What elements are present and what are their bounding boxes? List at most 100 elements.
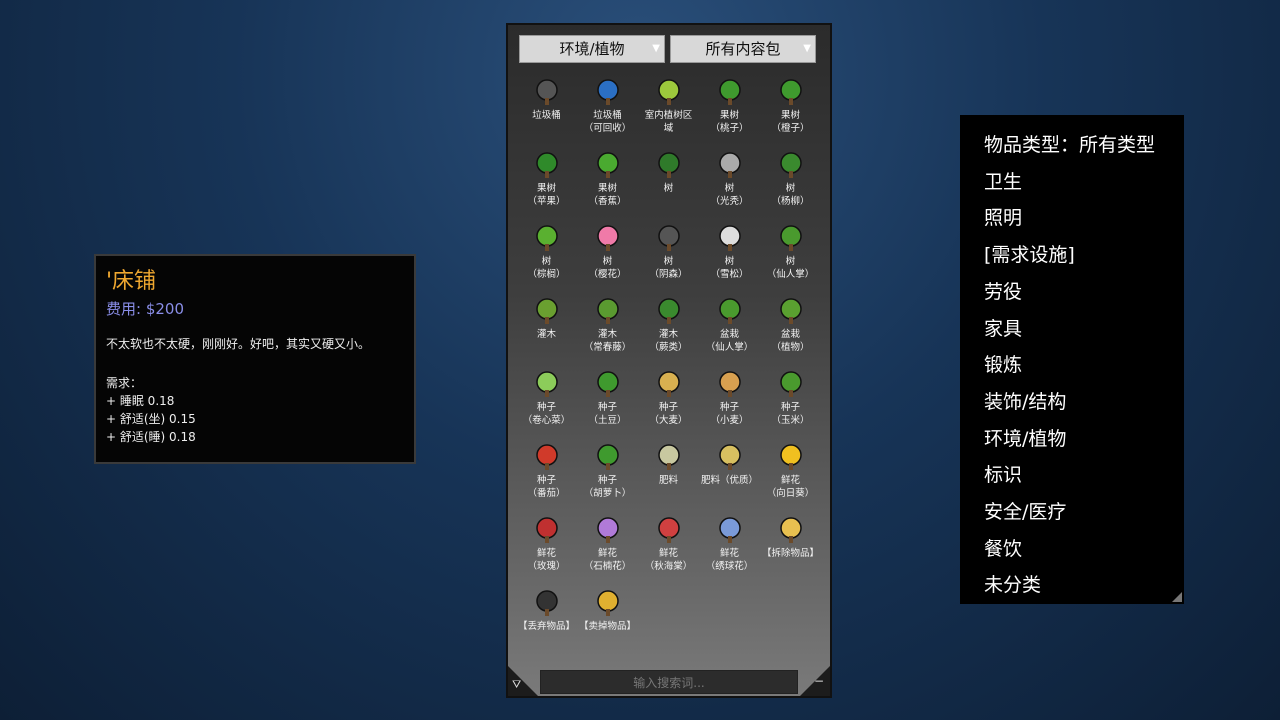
item-tooltip: '床铺 费用: $200 不太软也不太硬，刚刚好。好吧，其实又硬又小。 需求： … (94, 254, 416, 464)
heather-icon (593, 515, 623, 545)
potato-seed-icon (593, 369, 623, 399)
build-item[interactable]: 鲜花 （向日葵） (760, 438, 821, 511)
build-item-label: 树 （棕榈） (527, 256, 566, 280)
build-item[interactable]: 盆栽 （仙人掌） (699, 292, 760, 365)
build-item[interactable]: 灌木 (516, 292, 577, 365)
build-item[interactable]: 【拆除物品】 (760, 511, 821, 584)
build-item-label: 树 （仙人掌） (766, 256, 815, 280)
category-item[interactable]: 卫生 (984, 164, 1184, 201)
build-item-label: 树 （光秃） (710, 183, 749, 207)
build-item[interactable]: 垃圾桶 （可回收） (577, 73, 638, 146)
build-item[interactable]: 灌木 （蕨类） (638, 292, 699, 365)
build-item[interactable]: 盆栽 （植物） (760, 292, 821, 365)
build-item[interactable]: 种子 （土豆） (577, 365, 638, 438)
category-item[interactable]: 未分类 (984, 567, 1184, 604)
build-item-label: 种子 （土豆） (588, 402, 627, 426)
category-header[interactable]: 物品类型：所有类型 (984, 127, 1184, 164)
build-item[interactable]: 种子 （大麦） (638, 365, 699, 438)
build-item[interactable]: 果树 （橙子） (760, 73, 821, 146)
category-item[interactable]: [需求设施] (984, 237, 1184, 274)
build-item[interactable]: 种子 （小麦） (699, 365, 760, 438)
category-item[interactable]: 家具 (984, 311, 1184, 348)
build-item[interactable]: 种子 （胡萝卜） (577, 438, 638, 511)
build-item-label: 垃圾桶 (532, 110, 561, 121)
build-item[interactable]: 果树 （香蕉） (577, 146, 638, 219)
barley-seed-icon (654, 369, 684, 399)
snow-pine-icon (715, 223, 745, 253)
build-item[interactable]: 【卖掉物品】 (577, 584, 638, 657)
build-item-label: 树 (663, 183, 674, 194)
build-item-label: 种子 （番茄） (527, 475, 566, 499)
build-item[interactable]: 树 （仙人掌） (760, 219, 821, 292)
build-item-label: 种子 （玉米） (771, 402, 810, 426)
collapse-icon[interactable]: − (814, 674, 824, 688)
need-sleep: + 睡眠 0.18 (106, 394, 175, 408)
build-item[interactable]: 鲜花 （玫瑰） (516, 511, 577, 584)
build-item-label: 果树 （橙子） (771, 110, 810, 134)
build-panel: 环境/植物 ▼ 所有内容包 ▼ 垃圾桶 垃圾桶 （可回收） 室内植树区 域果树 （桃… (506, 23, 832, 698)
build-item-label: 种子 （大麦） (649, 402, 688, 426)
category-item[interactable]: 安全/医疗 (984, 494, 1184, 531)
build-item-label: 鲜花 （秋海棠） (644, 548, 693, 572)
carrot-seed-icon (593, 442, 623, 472)
build-item-label: 鲜花 （向日葵） (766, 475, 815, 499)
build-item[interactable]: 树 (638, 146, 699, 219)
need-comfort-sleep: + 舒适(睡) 0.18 (106, 430, 196, 444)
build-item-label: 室内植树区 域 (644, 110, 693, 134)
pack-dropdown-value: 所有内容包 (705, 40, 781, 58)
build-item[interactable]: 种子 （玉米） (760, 365, 821, 438)
build-item[interactable]: 果树 （桃子） (699, 73, 760, 146)
planting-zone-icon (654, 77, 684, 107)
build-item[interactable]: 果树 （苹果） (516, 146, 577, 219)
build-item[interactable]: 垃圾桶 (516, 73, 577, 146)
category-item[interactable]: 锻炼 (984, 347, 1184, 384)
potted-cactus-icon (715, 296, 745, 326)
build-item-label: 【丢弃物品】 (517, 621, 575, 632)
build-item[interactable]: 树 （光秃） (699, 146, 760, 219)
filter-icon[interactable]: ⛛ (512, 678, 521, 692)
cactus-icon (776, 223, 806, 253)
build-item-label: 树 （雪松） (710, 256, 749, 280)
search-input[interactable]: 输入搜索词... (540, 670, 798, 694)
category-item[interactable]: 劳役 (984, 274, 1184, 311)
category-dropdown[interactable]: 环境/植物 ▼ (519, 35, 665, 63)
content-pack-dropdown[interactable]: 所有内容包 ▼ (670, 35, 816, 63)
willow-tree-icon (776, 150, 806, 180)
bush-icon (532, 296, 562, 326)
build-item[interactable]: 鲜花 （石楠花） (577, 511, 638, 584)
build-item[interactable]: 肥料（优质） (699, 438, 760, 511)
build-item[interactable]: 鲜花 （绣球花） (699, 511, 760, 584)
begonia-icon (654, 515, 684, 545)
build-item[interactable]: 树 （杨柳） (760, 146, 821, 219)
resize-handle[interactable] (1172, 592, 1182, 602)
sunflower-icon (776, 442, 806, 472)
build-item[interactable]: 鲜花 （秋海棠） (638, 511, 699, 584)
build-item-label: 种子 （胡萝卜） (583, 475, 632, 499)
tooltip-needs: 需求： + 睡眠 0.18 + 舒适(坐) 0.15 + 舒适(睡) 0.18 (106, 374, 404, 446)
tree-icon (654, 150, 684, 180)
build-item-label: 鲜花 （玫瑰） (527, 548, 566, 572)
build-item[interactable]: 树 （阴森） (638, 219, 699, 292)
build-item[interactable]: 肥料 (638, 438, 699, 511)
build-item[interactable]: 室内植树区 域 (638, 73, 699, 146)
build-item-label: 盆栽 （植物） (771, 329, 810, 353)
category-item[interactable]: 装饰/结构 (984, 384, 1184, 421)
category-item[interactable]: 标识 (984, 457, 1184, 494)
peach-tree-icon (715, 77, 745, 107)
build-item[interactable]: 树 （棕榈） (516, 219, 577, 292)
cabbage-seed-icon (532, 369, 562, 399)
build-item[interactable]: 种子 （番茄） (516, 438, 577, 511)
category-item[interactable]: 环境/植物 (984, 421, 1184, 458)
build-item[interactable]: 树 （樱花） (577, 219, 638, 292)
build-item-label: 种子 （卷心菜） (522, 402, 571, 426)
build-item[interactable]: 【丢弃物品】 (516, 584, 577, 657)
build-item-grid: 垃圾桶 垃圾桶 （可回收） 室内植树区 域果树 （桃子） 果树 （橙子） 果树 （苹果）… (516, 73, 822, 657)
category-item[interactable]: 餐饮 (984, 531, 1184, 568)
build-item[interactable]: 树 （雪松） (699, 219, 760, 292)
category-item[interactable]: 照明 (984, 200, 1184, 237)
build-item-label: 盆栽 （仙人掌） (705, 329, 754, 353)
build-item-label: 树 （樱花） (588, 256, 627, 280)
build-item[interactable]: 灌木 （常春藤） (577, 292, 638, 365)
build-item[interactable]: 种子 （卷心菜） (516, 365, 577, 438)
rose-icon (532, 515, 562, 545)
